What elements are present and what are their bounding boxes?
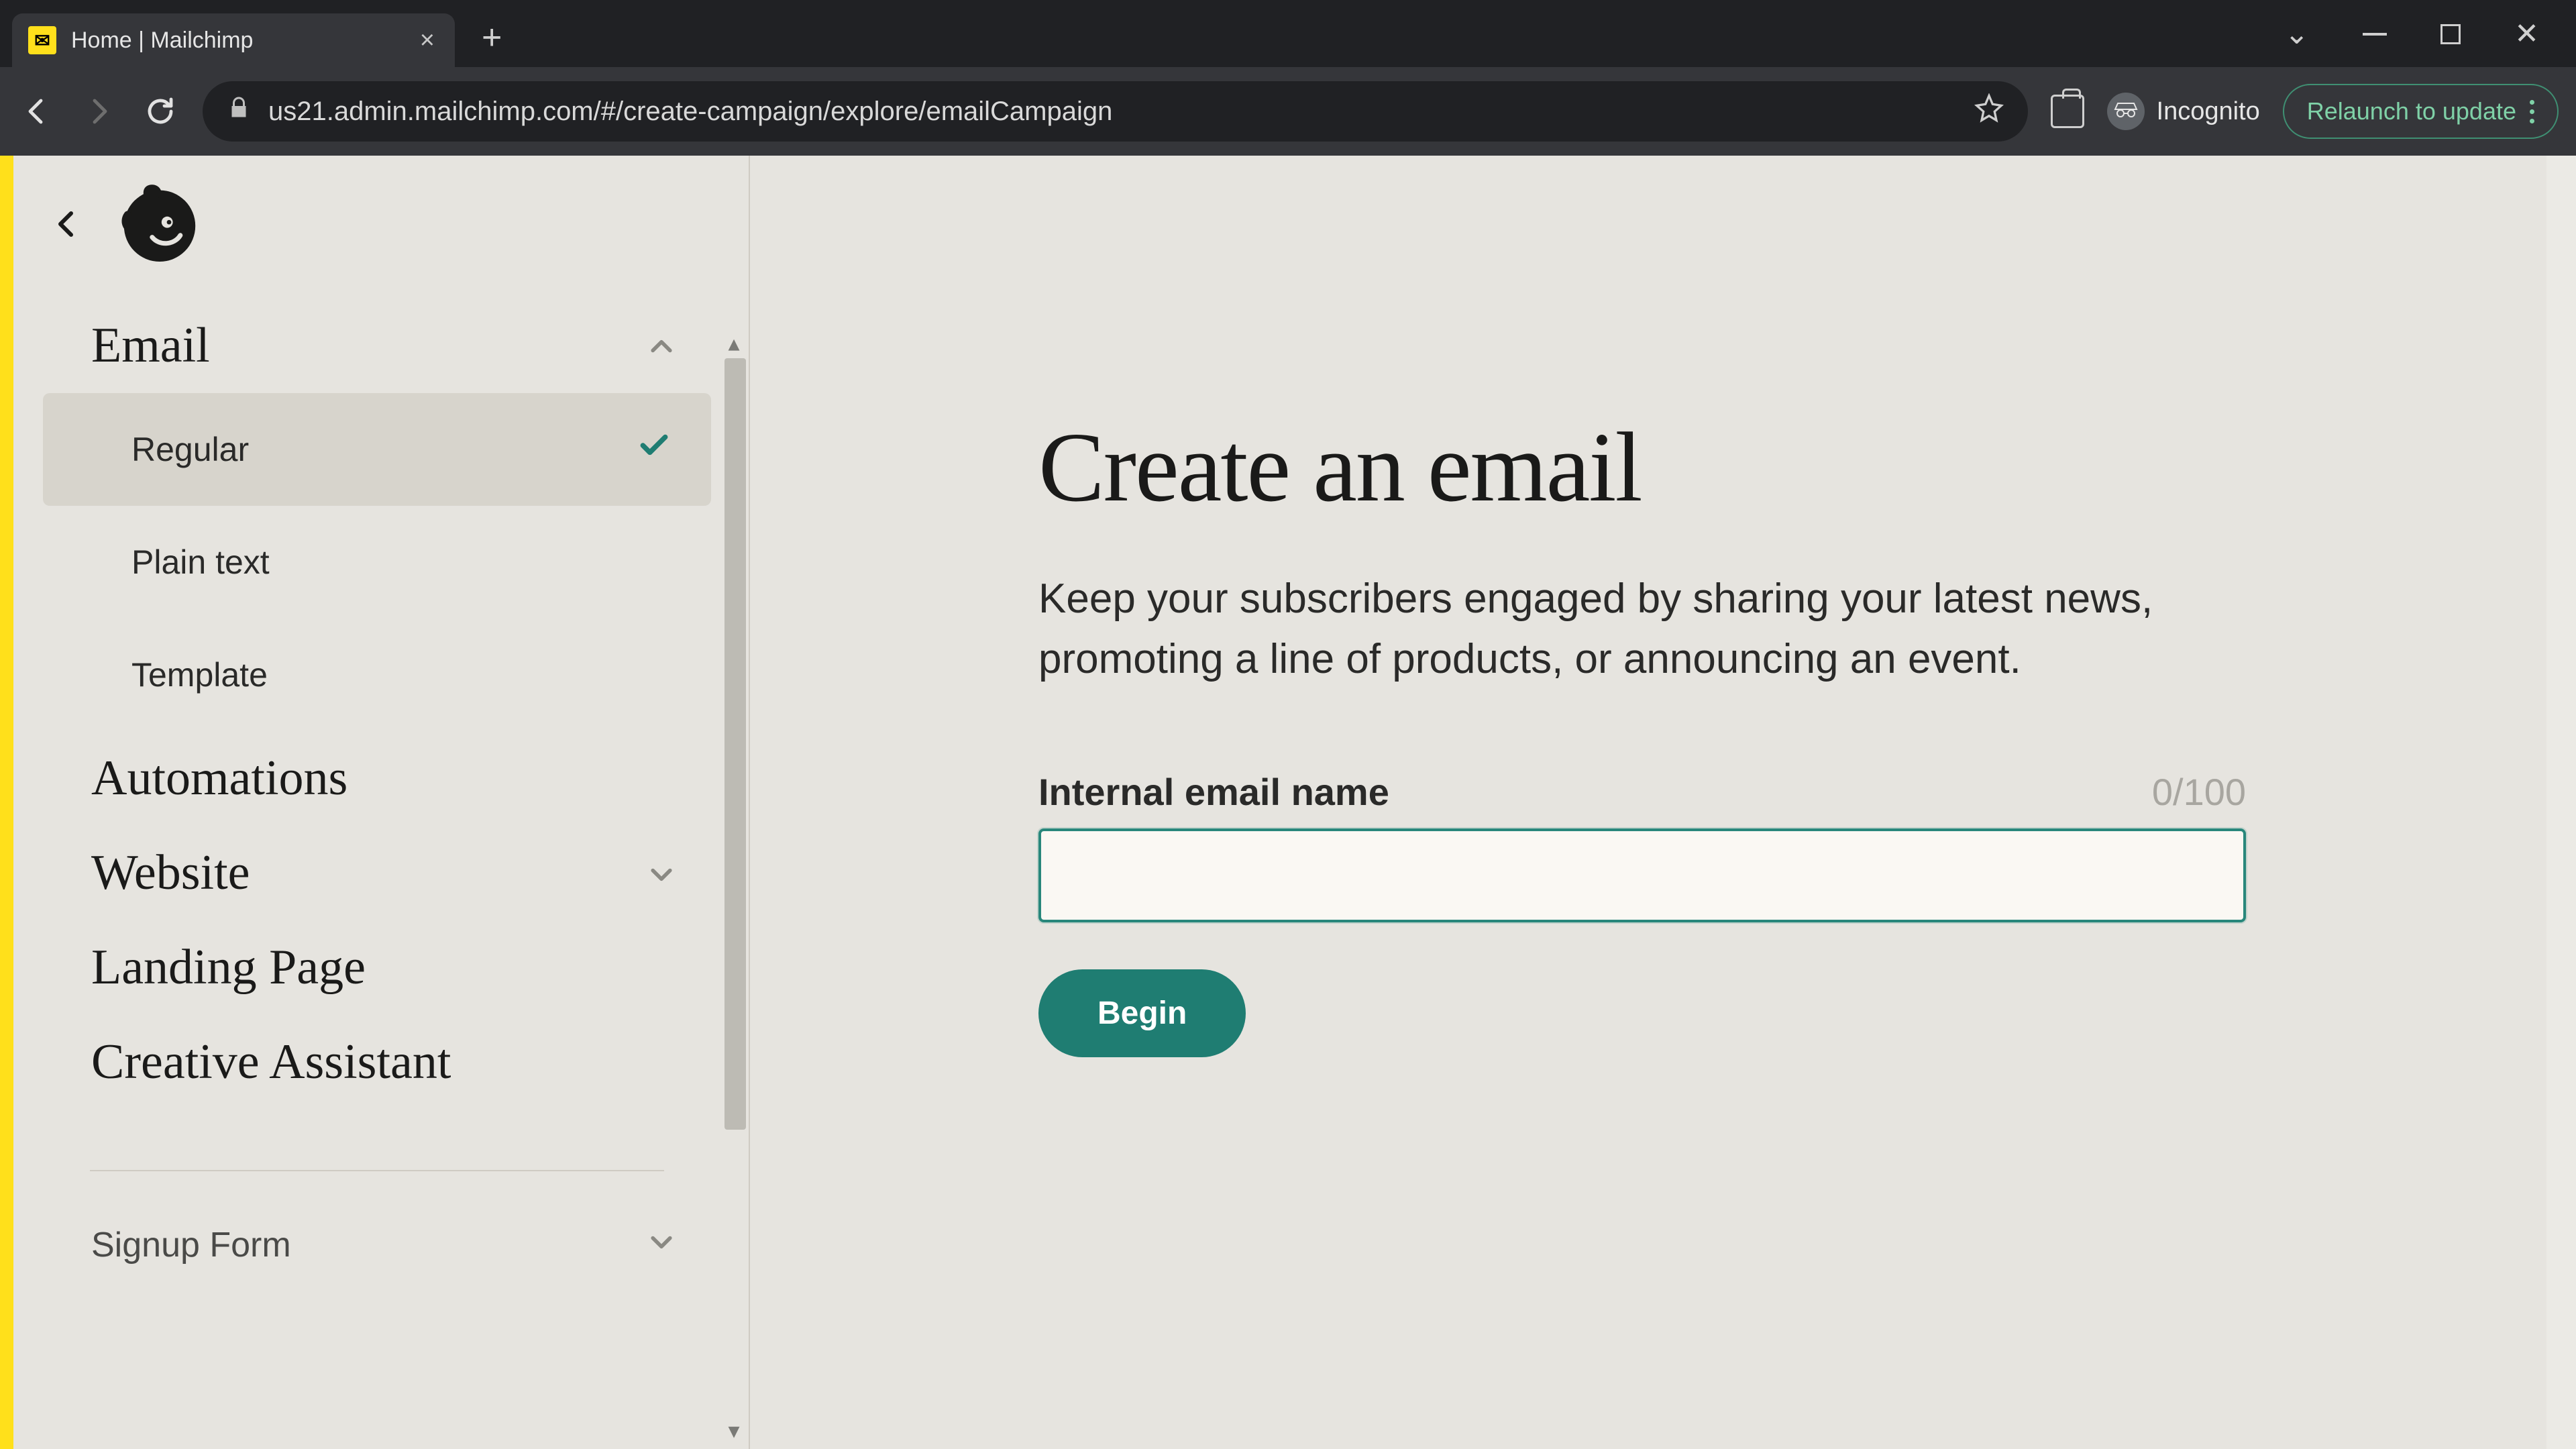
nav-forward-button[interactable] — [79, 92, 118, 131]
nav-back-button[interactable] — [17, 92, 56, 131]
scroll-down-icon[interactable]: ▾ — [719, 1416, 749, 1446]
chevron-down-icon — [647, 845, 676, 902]
browser-tab-active[interactable]: ✉ Home | Mailchimp × — [12, 13, 455, 67]
nav-reload-button[interactable] — [141, 92, 180, 131]
check-icon — [637, 429, 671, 470]
internal-email-name-input[interactable] — [1038, 828, 2246, 922]
sidebar-divider — [90, 1170, 664, 1171]
page-viewport: Email Regular Plain text Template — [0, 156, 2576, 1449]
page-title: Create an email — [1038, 411, 2246, 525]
chevron-down-icon — [647, 1225, 676, 1265]
window-maximize-button[interactable] — [2440, 24, 2461, 44]
relaunch-label: Relaunch to update — [2307, 97, 2516, 125]
window-minimize-button[interactable] — [2363, 33, 2387, 36]
viewport-scrollbar[interactable] — [2546, 156, 2576, 1449]
tab-search-chevron-icon[interactable]: ⌄ — [2284, 17, 2309, 51]
window-close-button[interactable]: ✕ — [2514, 17, 2539, 51]
sidebar-group-label: Creative Assistant — [91, 1034, 451, 1091]
new-tab-button[interactable]: + — [482, 17, 502, 58]
char-count: 0/100 — [2152, 770, 2246, 814]
relaunch-to-update-button[interactable]: Relaunch to update — [2283, 84, 2559, 139]
sidebar-item-template[interactable]: Template — [43, 619, 711, 731]
sidebar-group-label: Landing Page — [91, 939, 366, 996]
bookmark-star-icon[interactable] — [1974, 93, 2004, 129]
sidebar-item-regular[interactable]: Regular — [43, 393, 711, 506]
sidebar-group-website[interactable]: Website — [43, 826, 711, 920]
extensions-button[interactable] — [2051, 95, 2084, 128]
sidebar-group-automations[interactable]: Automations — [43, 731, 711, 826]
kebab-menu-icon — [2530, 100, 2534, 123]
address-bar[interactable]: us21.admin.mailchimp.com/#/create-campai… — [203, 81, 2028, 142]
incognito-icon — [2107, 93, 2145, 130]
sidebar-group-signup-form[interactable]: Signup Form — [43, 1212, 711, 1279]
sidebar-group-label: Email — [91, 317, 210, 374]
sidebar-back-button[interactable] — [51, 208, 83, 244]
close-tab-icon[interactable]: × — [420, 28, 435, 53]
incognito-label: Incognito — [2157, 97, 2260, 126]
sidebar-group-landing-page[interactable]: Landing Page — [43, 920, 711, 1015]
sidebar-item-plain-text[interactable]: Plain text — [43, 506, 711, 619]
sidebar-group-email[interactable]: Email — [43, 299, 711, 393]
sidebar-item-label: Regular — [131, 430, 249, 469]
lock-icon — [227, 96, 251, 127]
sidebar-scrollbar[interactable]: ▴ ▾ — [719, 329, 749, 1446]
page-subtitle: Keep your subscribers engaged by sharing… — [1038, 569, 2192, 690]
browser-toolbar: us21.admin.mailchimp.com/#/create-campai… — [0, 67, 2576, 156]
address-url: us21.admin.mailchimp.com/#/create-campai… — [268, 97, 1112, 127]
mailchimp-logo[interactable] — [113, 177, 207, 274]
begin-button[interactable]: Begin — [1038, 969, 1246, 1057]
browser-tab-strip: ✉ Home | Mailchimp × + ⌄ ✕ — [0, 0, 2576, 67]
scroll-up-icon[interactable]: ▴ — [719, 329, 749, 358]
accent-strip — [0, 156, 13, 1449]
sidebar: Email Regular Plain text Template — [13, 156, 750, 1449]
scrollbar-thumb[interactable] — [724, 358, 746, 1130]
sidebar-group-label: Website — [91, 845, 250, 902]
field-label-internal-name: Internal email name — [1038, 770, 1389, 814]
sidebar-group-creative-assistant[interactable]: Creative Assistant — [43, 1015, 711, 1110]
main-content: Create an email Keep your subscribers en… — [750, 156, 2576, 1449]
incognito-indicator[interactable]: Incognito — [2107, 93, 2260, 130]
sidebar-item-label: Plain text — [131, 543, 270, 582]
sidebar-group-label: Automations — [91, 750, 347, 807]
mailchimp-favicon: ✉ — [28, 26, 56, 54]
sidebar-group-label: Signup Form — [91, 1225, 291, 1265]
tab-title: Home | Mailchimp — [71, 28, 253, 54]
chevron-up-icon — [647, 317, 676, 374]
sidebar-item-label: Template — [131, 655, 268, 694]
